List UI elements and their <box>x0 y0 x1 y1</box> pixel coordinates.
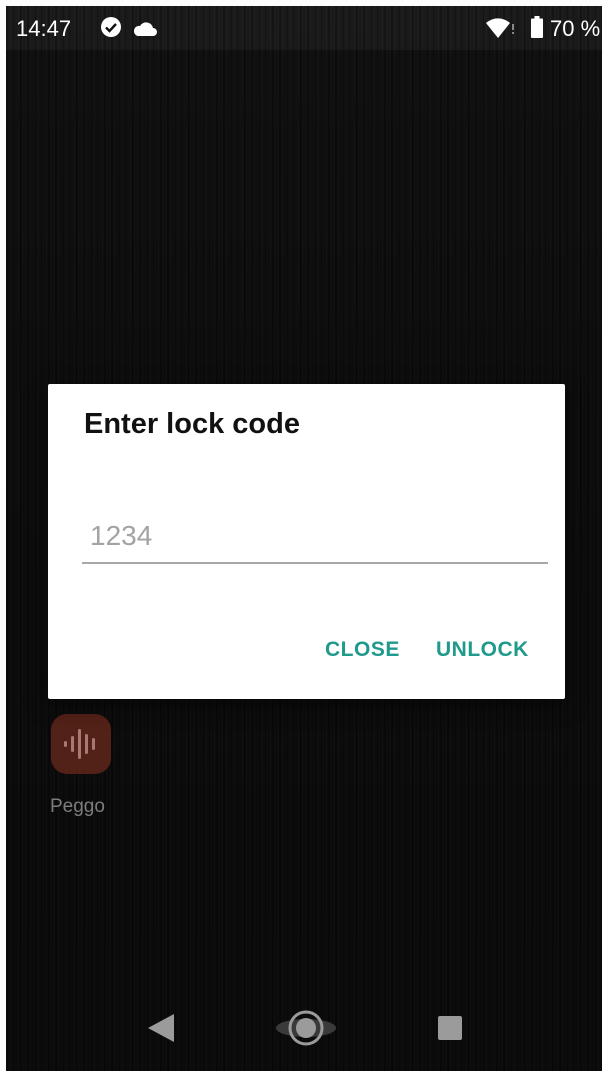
navigation-bar <box>6 996 602 1071</box>
dialog-title: Enter lock code <box>84 408 300 440</box>
status-time: 14:47 <box>16 16 72 41</box>
wifi-icon <box>486 18 514 38</box>
audio-wave-icon <box>64 729 95 759</box>
battery-percentage: 70 % <box>550 16 601 41</box>
recents-icon[interactable] <box>438 1016 462 1040</box>
back-icon[interactable] <box>148 1014 174 1042</box>
app-label-peggo: Peggo <box>50 796 105 817</box>
status-bar: 14:47 70 % <box>6 6 602 50</box>
home-icon[interactable] <box>276 1008 336 1048</box>
close-button[interactable]: CLOSE <box>325 638 400 662</box>
unlock-button[interactable]: UNLOCK <box>436 638 529 662</box>
battery-icon <box>531 16 543 38</box>
check-circle-icon <box>101 17 121 37</box>
lock-code-dialog: Enter lock code CLOSE UNLOCK <box>48 384 565 699</box>
phone-screen: 14:47 70 % Peggo Enter lock code 1234 CL… <box>6 6 602 1071</box>
lock-code-input[interactable] <box>82 510 548 564</box>
cloud-icon <box>133 22 157 36</box>
peggo-app-icon[interactable] <box>51 714 111 774</box>
